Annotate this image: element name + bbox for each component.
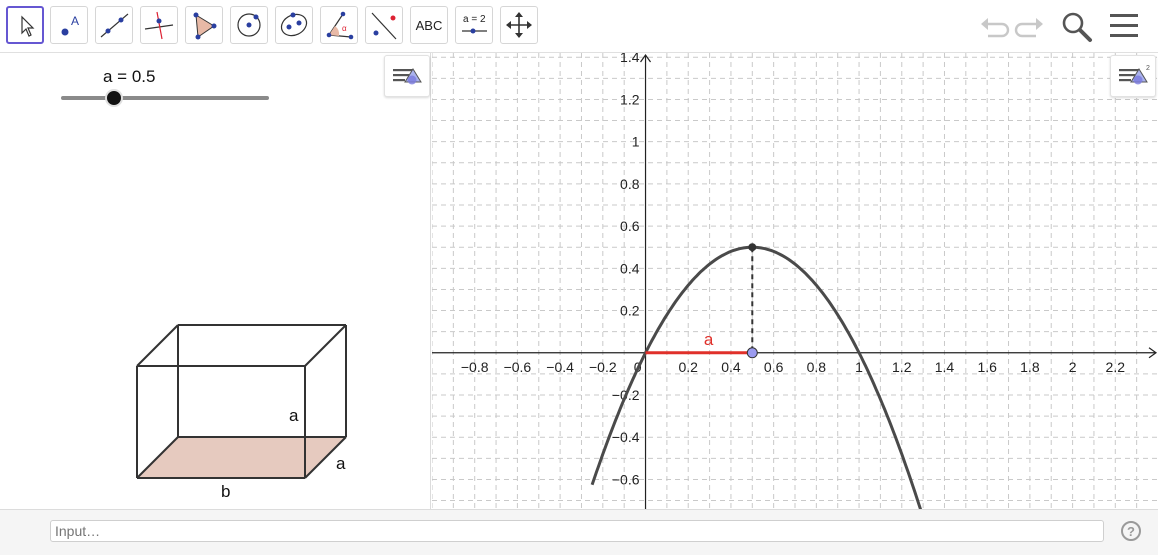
algebra-style-bar-button[interactable] [384, 55, 430, 97]
move-graphics-view-icon [506, 12, 532, 38]
slider-tool-button[interactable]: a = 2 [455, 6, 493, 44]
redo-icon[interactable] [1014, 12, 1046, 40]
menu-icon[interactable] [1108, 12, 1140, 40]
box-width-label: b [221, 482, 230, 501]
slider[interactable] [55, 83, 275, 113]
slider-tool-label: a = 2 [463, 14, 486, 25]
perpendicular-line-icon [144, 11, 174, 40]
point-tool-button[interactable]: A [50, 6, 88, 44]
y-tick-label: −0.6 [612, 471, 640, 487]
x-tick-label: 0.2 [679, 359, 699, 375]
toolbar: A α ABC a = 2 [0, 0, 1158, 53]
y-tick-label: 1.2 [620, 91, 640, 107]
point-icon: A [61, 14, 79, 36]
angle-tool-button[interactable]: α [320, 6, 358, 44]
circle-icon [237, 13, 261, 37]
x-tick-label: 1.6 [977, 359, 997, 375]
style-bar-icon [393, 68, 422, 85]
circle-tool-button[interactable] [230, 6, 268, 44]
svg-text:2: 2 [1146, 65, 1150, 72]
svg-text:α: α [342, 24, 347, 33]
x-tick-label: 0.6 [764, 359, 784, 375]
parabola-curve[interactable] [590, 245, 925, 509]
x-tick-label: 2 [1069, 359, 1077, 375]
grid [432, 53, 1158, 509]
x-tick-label: −0.4 [546, 359, 574, 375]
y-tick-label: 0.6 [620, 218, 640, 234]
coordinate-plane[interactable]: −0.8 −0.6 −0.4 −0.2 0.2 0.4 0.6 0.8 1 1.2 1.4 1.6 1.… [432, 53, 1158, 509]
box-depth-label: a [336, 454, 346, 473]
box-figure: a a b [136, 324, 347, 501]
vertex-point[interactable] [748, 243, 757, 252]
text-icon: ABC [415, 17, 443, 33]
box-height-label: a [289, 406, 299, 425]
style-bar-icon: 2 [1119, 65, 1150, 85]
slider-icon: a = 2 [462, 14, 487, 34]
search-icon[interactable] [1060, 10, 1094, 44]
segment-a-label: a [704, 330, 714, 349]
line-tool-button[interactable] [95, 6, 133, 44]
move-view-tool-button[interactable] [500, 6, 538, 44]
y-tick-label: 0.8 [620, 176, 640, 192]
x-tick-label: −0.2 [589, 359, 617, 375]
x-tick-label: 0.8 [807, 359, 827, 375]
slider-handle[interactable] [105, 89, 123, 107]
undo-icon[interactable] [978, 12, 1010, 40]
graphics-style-bar-button[interactable]: 2 [1110, 55, 1156, 97]
x-tick-label: 2.2 [1106, 359, 1126, 375]
perpendicular-tool-button[interactable] [140, 6, 178, 44]
reflect-icon [371, 12, 397, 40]
y-tick-label: 1.4 [620, 53, 640, 65]
algebra-input-field[interactable] [50, 520, 1104, 542]
axes [432, 53, 1158, 509]
reflect-tool-button[interactable] [365, 6, 403, 44]
polygon-tool-button[interactable] [185, 6, 223, 44]
x-tick-label: 1.8 [1020, 359, 1040, 375]
line-icon [100, 13, 129, 38]
move-pointer-icon [21, 15, 35, 37]
help-icon[interactable]: ? [1121, 521, 1141, 541]
y-tick-label: 1 [632, 134, 640, 150]
polygon-icon [193, 12, 217, 40]
ellipse-icon [280, 12, 308, 37]
x-tick-label: −0.8 [461, 359, 489, 375]
y-tick-label: 0.2 [620, 303, 640, 319]
x-tick-label: 1.4 [935, 359, 955, 375]
point-tool-label: A [71, 14, 79, 28]
y-tick-label: −0.4 [612, 429, 640, 445]
point-on-x-axis[interactable] [746, 347, 758, 359]
x-tick-label: 1.2 [892, 359, 912, 375]
input-bar: ? [0, 509, 1158, 555]
text-tool-button[interactable]: ABC [410, 6, 448, 44]
algebra-view: a = 0.5 a a b [0, 53, 431, 509]
ellipse-tool-button[interactable] [275, 6, 313, 44]
x-tick-label: −0.6 [504, 359, 532, 375]
angle-icon: α [326, 11, 354, 40]
graphics-view[interactable]: −0.8 −0.6 −0.4 −0.2 0.2 0.4 0.6 0.8 1 1.2 1.4 1.6 1.… [432, 53, 1158, 509]
y-tick-label: 0.4 [620, 260, 640, 276]
move-tool-button[interactable] [6, 6, 44, 44]
x-tick-label: 0.4 [721, 359, 741, 375]
box-base-face [137, 437, 346, 478]
